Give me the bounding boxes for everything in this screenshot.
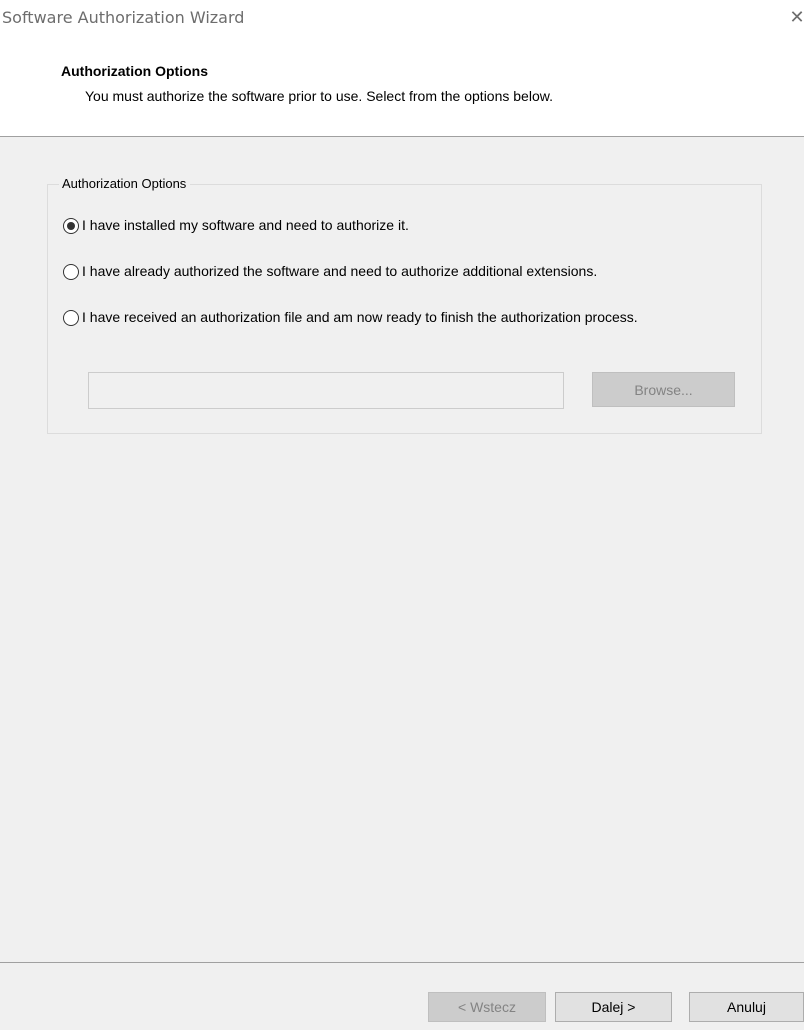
browse-button[interactable]: Browse...: [592, 372, 735, 407]
page-title: Authorization Options: [61, 63, 208, 79]
authorization-file-path-input[interactable]: [88, 372, 564, 409]
wizard-header: Authorization Options You must authorize…: [0, 36, 804, 136]
close-icon[interactable]: ✕: [786, 6, 804, 28]
radio-unchecked-icon[interactable]: [63, 310, 79, 326]
cancel-button[interactable]: Anuluj: [689, 992, 804, 1022]
wizard-window: Software Authorization Wizard ✕ Authoriz…: [0, 0, 804, 1030]
radio-unchecked-icon[interactable]: [63, 264, 79, 280]
title-bar: Software Authorization Wizard ✕: [0, 0, 804, 36]
window-title: Software Authorization Wizard: [2, 8, 245, 27]
option-installed-authorize[interactable]: I have installed my software and need to…: [63, 217, 722, 234]
radio-checked-icon[interactable]: [63, 218, 79, 234]
page-subtitle: You must authorize the software prior to…: [85, 88, 553, 104]
option-label: I have received an authorization file an…: [82, 309, 638, 325]
group-legend: Authorization Options: [59, 176, 191, 192]
next-button[interactable]: Dalej >: [555, 992, 672, 1022]
option-finish-with-file[interactable]: I have received an authorization file an…: [63, 309, 722, 326]
back-button[interactable]: < Wstecz: [428, 992, 546, 1022]
option-authorize-extensions[interactable]: I have already authorized the software a…: [63, 263, 722, 280]
option-label: I have installed my software and need to…: [82, 217, 409, 233]
option-label: I have already authorized the software a…: [82, 263, 598, 279]
wizard-footer: < Wstecz Dalej > Anuluj: [0, 963, 804, 1030]
authorization-options-group: Authorization Options I have installed m…: [47, 176, 762, 434]
wizard-body: Authorization Options I have installed m…: [0, 137, 804, 962]
